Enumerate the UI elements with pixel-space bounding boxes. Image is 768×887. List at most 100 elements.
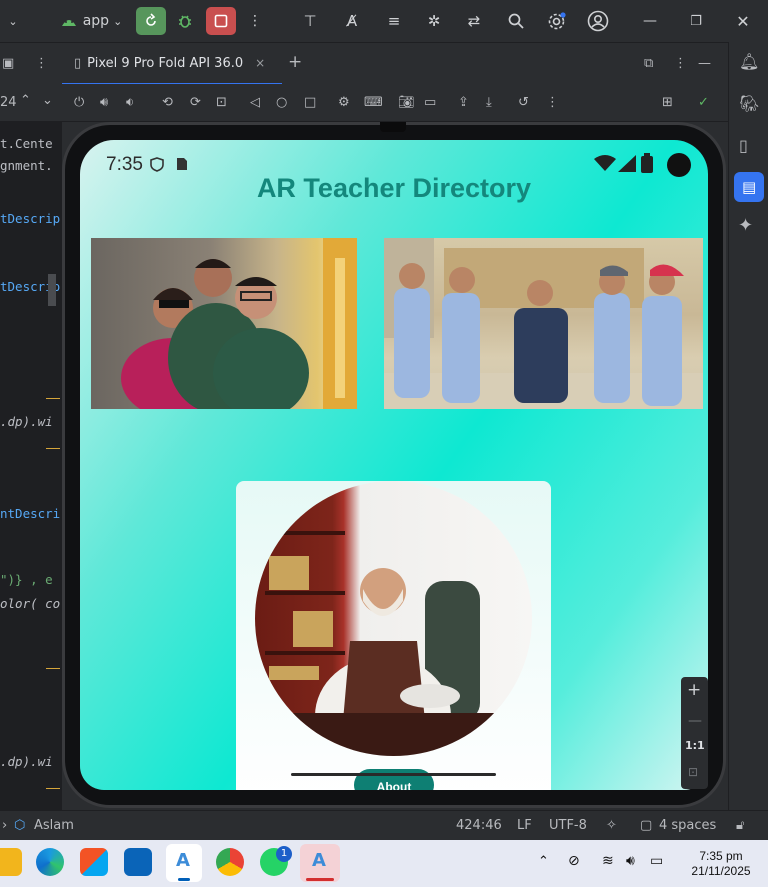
chrome-icon[interactable] — [216, 848, 244, 876]
sync-icon — [146, 13, 156, 26]
android-studio-icon: A — [176, 850, 190, 871]
run-config-selector[interactable]: app ⌄ — [58, 7, 124, 35]
apply-changes-button[interactable] — [136, 7, 166, 35]
volume-up-icon[interactable]: 🔊︎ — [100, 95, 108, 111]
chevron-down-icon: ⌄ — [113, 14, 123, 28]
debug-button[interactable] — [172, 7, 198, 35]
students-group-photo[interactable] — [384, 238, 703, 409]
inspect-icon[interactable]: ⊞ — [662, 95, 673, 111]
keyboard-icon[interactable]: ⌨ — [364, 95, 383, 111]
wifi-icon[interactable]: ≋ — [602, 853, 614, 869]
code-line: olor( co — [0, 596, 61, 611]
ai-assist-icon[interactable]: ✧ — [606, 818, 617, 833]
project-dropdown[interactable]: ⌄ — [0, 7, 26, 35]
device-icon: ▯ — [74, 55, 82, 71]
notifications-icon[interactable]: 🔔︎ — [739, 54, 759, 70]
running-devices-button[interactable]: ▤ — [734, 172, 764, 202]
layout-inspector-button[interactable]: ⊤ — [296, 7, 324, 35]
teacher-profile-card[interactable] — [236, 481, 551, 790]
lock-icon[interactable]: 🔓︎ — [736, 818, 744, 833]
volume-icon[interactable]: 🔊︎ — [626, 853, 635, 869]
stop-icon — [214, 14, 228, 28]
rotate-right-icon[interactable]: ⟳ — [190, 95, 201, 111]
back-icon[interactable]: ◁ — [250, 95, 260, 111]
close-window-button[interactable]: ✕ — [728, 7, 758, 35]
file-encoding[interactable]: UTF-8 — [549, 818, 587, 833]
history-icon[interactable]: ↺ — [518, 95, 529, 111]
device-manager-icon[interactable]: ▯ — [739, 138, 748, 154]
indent-setting[interactable]: 4 spaces — [659, 818, 716, 833]
project-name[interactable]: Aslam — [34, 818, 74, 833]
add-tab-button[interactable]: + — [288, 54, 302, 71]
gesture-nav-handle[interactable] — [291, 773, 496, 776]
app-quality-button[interactable]: ✲ — [420, 7, 448, 35]
zoom-in-button[interactable]: + — [687, 680, 701, 700]
edge-icon[interactable] — [36, 848, 64, 876]
notification-badge: 1 — [276, 846, 292, 862]
code-line: t.Cente — [0, 136, 53, 151]
zoom-out-icon[interactable]: — — [688, 713, 702, 729]
portrait-illustration — [255, 531, 532, 756]
device-hinge — [380, 122, 406, 132]
device-screen[interactable]: 7:35 AR Teacher Directory About — [80, 140, 708, 790]
close-icon[interactable]: × — [255, 56, 265, 70]
gemini-icon[interactable]: ✦ — [738, 217, 753, 235]
scroll-thumb[interactable] — [48, 274, 56, 306]
cloud-off-icon[interactable]: ⊘ — [568, 853, 580, 869]
power-icon[interactable]: ⏻ — [74, 95, 84, 111]
search-button[interactable] — [502, 7, 530, 35]
breadcrumb-chevron-icon[interactable]: › — [2, 818, 7, 833]
battery-icon[interactable]: ▭ — [650, 853, 663, 869]
zoom-fit-icon[interactable]: ⊡ — [688, 765, 698, 779]
translate-button[interactable]: A̸ — [338, 7, 366, 35]
overview-icon[interactable]: □ — [304, 95, 316, 111]
rotate-left-icon[interactable]: ⟲ — [162, 95, 173, 111]
code-line: ")} , e — [0, 572, 53, 587]
android-studio-taskbar-button[interactable]: A — [166, 844, 202, 882]
chevron-up-icon[interactable]: ⌃ — [538, 854, 549, 869]
outlook-icon[interactable] — [124, 848, 152, 876]
chevron-down-icon[interactable]: ⌄ — [42, 93, 53, 109]
code-editor-strip[interactable]: t.Cente gnment. tDescrip tDescrip .dp).w… — [0, 122, 62, 810]
debug-icon — [179, 15, 191, 28]
gradle-icon[interactable]: 🐘︎ — [739, 96, 759, 112]
stop-button[interactable] — [206, 7, 236, 35]
settings-button[interactable] — [542, 7, 570, 35]
logcat-button[interactable]: ≡ — [380, 7, 408, 35]
fold-icon[interactable]: ⊡ — [216, 95, 227, 111]
more-icon[interactable]: ⋮ — [35, 56, 48, 72]
more-actions-button[interactable]: ⋮ — [244, 7, 266, 35]
ide-status-bar: › ⬡ Aslam 424:46 LF UTF-8 ✧ ▢ 4 spaces 🔓… — [0, 810, 768, 840]
store-icon[interactable] — [80, 848, 108, 876]
camera-icon[interactable]: 📷︎ — [398, 95, 415, 111]
more-icon[interactable]: ⋮ — [674, 56, 687, 72]
device-settings-icon[interactable]: ⚙ — [338, 95, 350, 111]
account-button[interactable] — [584, 7, 612, 35]
more-icon[interactable]: ⋮ — [546, 95, 559, 111]
minimize-panel-icon[interactable]: — — [698, 56, 711, 72]
image-icon[interactable]: ▣ — [2, 56, 14, 72]
wifi-icon — [594, 155, 616, 171]
more-icon: ⋮ — [248, 13, 262, 29]
zoom-reset-button[interactable]: 1:1 — [685, 739, 705, 752]
line-ending[interactable]: LF — [517, 818, 532, 833]
running-devices-tabs: ▣ ⋮ ▯ Pixel 9 Pro Fold API 36.0 × + ⧉ ⋮ … — [0, 42, 728, 85]
upload-icon[interactable]: ⇪ — [458, 95, 469, 111]
download-icon[interactable]: ⤓ — [486, 95, 492, 111]
file-explorer-icon[interactable] — [0, 848, 22, 876]
chevron-up-icon[interactable]: ⌃ — [20, 93, 31, 109]
minimize-button[interactable]: — — [636, 7, 664, 35]
caret-position[interactable]: 424:46 — [456, 818, 502, 833]
open-external-icon[interactable]: ⧉ — [644, 56, 653, 72]
android-studio-secondary-button[interactable]: A — [300, 844, 340, 882]
volume-down-icon[interactable]: 🔉︎ — [126, 95, 134, 111]
restore-button[interactable]: ❐ — [682, 7, 710, 35]
record-icon[interactable]: ▭ — [424, 95, 436, 111]
home-icon[interactable]: ○ — [276, 95, 287, 111]
clock[interactable]: 7:35 pm 21/11/2025 — [680, 849, 762, 879]
profiler-button[interactable]: ⇄ — [460, 7, 488, 35]
app-title: AR Teacher Directory — [256, 173, 532, 203]
running-devices-icon: ▤ — [742, 178, 757, 196]
tab-pixel-9-pro-fold[interactable]: ▯ Pixel 9 Pro Fold API 36.0 × — [62, 43, 282, 85]
teacher-group-photo[interactable] — [91, 238, 357, 409]
